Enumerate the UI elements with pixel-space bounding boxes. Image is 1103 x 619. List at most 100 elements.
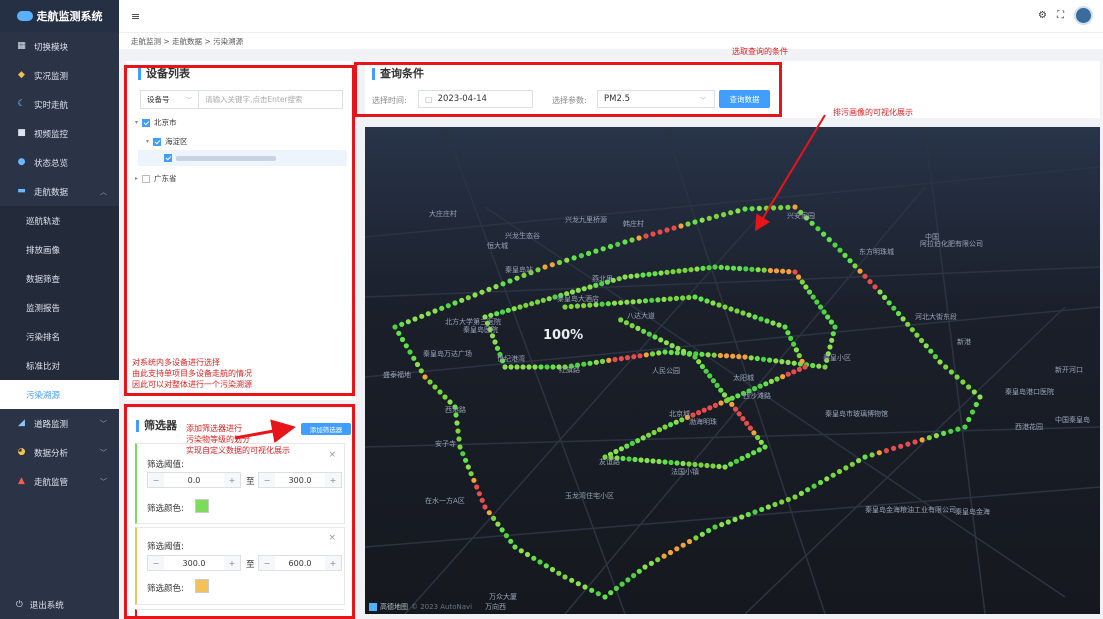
map-poi-label: 八达大道 <box>627 312 655 320</box>
tree-node-beijing[interactable]: ▾ 北京市 <box>135 117 177 128</box>
close-icon[interactable]: × <box>328 450 336 460</box>
track-point <box>468 471 474 477</box>
track-point <box>680 542 686 548</box>
minus-icon[interactable]: − <box>148 473 164 487</box>
caret-icon: ▸ <box>135 175 139 182</box>
track-point <box>556 259 563 266</box>
breadcrumb-item[interactable]: 走航监测 <box>131 36 161 47</box>
param-label: 选择参数: <box>552 96 587 105</box>
track-point <box>652 271 658 277</box>
sidebar-item-supervise[interactable]: ▲ 走航监管 ﹀ <box>0 467 119 496</box>
track-point <box>810 362 816 369</box>
sidebar-item-video[interactable]: ■ 视频监控 <box>0 119 119 148</box>
sidebar-item-cruise-data[interactable]: ▬ 走航数据 ︿ <box>0 177 119 206</box>
plus-icon[interactable]: + <box>325 556 341 570</box>
plus-icon[interactable]: + <box>224 473 240 487</box>
track-point <box>671 225 677 231</box>
app-logo[interactable]: 走航监测系统 <box>0 0 119 32</box>
track-point <box>826 237 832 243</box>
track-point <box>836 468 843 475</box>
track-point <box>612 356 618 363</box>
device-search-input[interactable]: 请输入关键字,点击Enter搜索 <box>199 94 303 105</box>
close-icon[interactable]: × <box>328 533 336 543</box>
sidebar-item-analysis[interactable]: ◕ 数据分析 ﹀ <box>0 438 119 467</box>
track-point <box>966 384 972 390</box>
map-poi-label: 恒大城 <box>487 242 508 250</box>
filter-item-partial <box>135 609 345 619</box>
max-stepper[interactable]: −300.0 + <box>258 472 342 488</box>
track-point <box>723 353 730 359</box>
track-point <box>646 331 652 337</box>
query-button[interactable]: 查询数据 <box>719 90 770 108</box>
breadcrumb-item[interactable]: 走航数据 <box>172 36 202 47</box>
tree-node-device[interactable] <box>138 150 347 166</box>
minus-icon[interactable]: − <box>148 556 164 570</box>
map-canvas[interactable]: 大庄庄村 兴龙九里桥源 韩庄村 兴安家园 兴龙生态谷 恒大城 中国 阿拉伯化肥有限公司 东方明珠… <box>365 127 1100 614</box>
theme-icon[interactable]: ⚙ <box>1038 10 1047 21</box>
track-point <box>418 368 424 374</box>
map-poi-label: 兴安家园 <box>787 212 815 220</box>
sidebar-item-switch-module[interactable]: ▦ 切换模块 <box>0 32 119 61</box>
track-point <box>933 433 940 439</box>
minus-icon[interactable]: − <box>259 556 275 570</box>
track-point <box>919 437 925 443</box>
track-point <box>622 239 628 245</box>
sidebar-item-ranking[interactable]: 污染排名 <box>0 322 119 351</box>
max-stepper[interactable]: −600.0 + <box>258 555 342 571</box>
sidebar-item-trace[interactable]: 污染溯源 <box>0 380 119 409</box>
menu-toggle-icon[interactable]: ≡ <box>131 10 140 23</box>
logout-button[interactable]: ⏻ 退出系统 <box>0 590 119 619</box>
track-point <box>792 269 798 275</box>
crescent-icon: ☾ <box>17 99 26 109</box>
track-point <box>668 422 674 428</box>
track-point <box>948 428 954 434</box>
minus-icon[interactable]: − <box>259 473 275 487</box>
track-point <box>550 364 556 370</box>
plus-icon[interactable]: + <box>224 556 240 570</box>
track-point <box>676 268 682 274</box>
min-stepper[interactable]: −300.0 + <box>147 555 241 571</box>
color-swatch[interactable] <box>195 499 209 513</box>
checkbox-haidian[interactable] <box>153 137 162 146</box>
track-point <box>575 581 581 587</box>
track-point <box>729 401 735 407</box>
track-point <box>586 250 592 256</box>
fullscreen-icon[interactable]: ⛶ <box>1057 10 1064 21</box>
device-search-select[interactable]: 设备号 ﹀ <box>141 91 199 108</box>
sidebar-item-road[interactable]: ◢ 道路监测 ﹀ <box>0 409 119 438</box>
track-point <box>796 274 802 280</box>
track-point <box>765 504 771 510</box>
sidebar-item-emission[interactable]: 排放画像 <box>0 235 119 264</box>
track-point <box>736 354 742 360</box>
param-select[interactable]: PM2.5 ﹀ <box>597 90 715 108</box>
add-filter-button[interactable]: 添加筛选器 <box>301 423 351 435</box>
sidebar-item-status[interactable]: ● 状态总览 <box>0 148 119 177</box>
track-point <box>493 284 499 290</box>
min-stepper[interactable]: −0.0 + <box>147 472 241 488</box>
tree-node-guangdong[interactable]: ▸ 广东省 <box>135 173 177 184</box>
track-point <box>465 464 471 470</box>
track-point <box>829 337 835 343</box>
checkbox-device[interactable] <box>164 154 172 162</box>
track-point <box>657 229 663 235</box>
avatar[interactable] <box>1074 6 1093 25</box>
track-point <box>499 527 505 533</box>
track-point <box>733 458 739 464</box>
sidebar-item-compare[interactable]: 标准比对 <box>0 351 119 380</box>
filter-item: 筛选阈值: × −300.0 + 至 −600.0 + 筛选颜色: <box>135 527 345 605</box>
track-point <box>730 353 736 359</box>
date-picker[interactable]: ▢ 2023-04-14 <box>418 90 533 108</box>
color-swatch[interactable] <box>195 579 209 593</box>
tree-node-haidian[interactable]: ▾ 海淀区 <box>146 136 188 147</box>
sidebar-item-realtime-cruise[interactable]: ☾ 实时走航 <box>0 90 119 119</box>
checkbox-beijing[interactable] <box>142 118 151 127</box>
plus-icon[interactable]: + <box>325 473 341 487</box>
track-point <box>955 426 961 432</box>
zoom-readout: 100% <box>543 328 584 343</box>
sidebar-item-report[interactable]: 监测报告 <box>0 293 119 322</box>
sidebar-item-screening[interactable]: 数据筛查 <box>0 264 119 293</box>
sidebar-item-live-monitor[interactable]: ◆ 实况监测 <box>0 61 119 90</box>
track-point <box>707 405 713 411</box>
sidebar-item-track[interactable]: 巡航轨迹 <box>0 206 119 235</box>
checkbox-guangdong[interactable] <box>142 174 151 183</box>
